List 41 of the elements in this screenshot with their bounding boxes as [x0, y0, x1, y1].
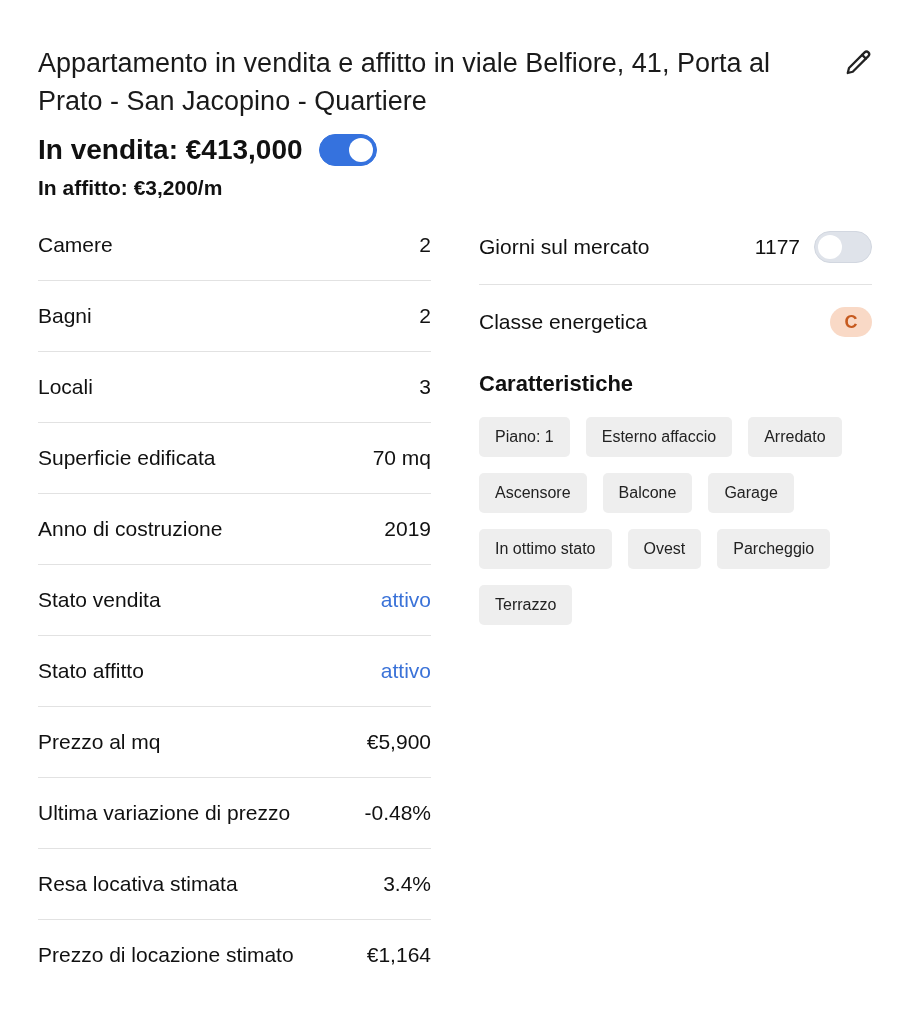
detail-label: Classe energetica [479, 310, 648, 334]
status-link[interactable]: attivo [380, 588, 431, 612]
feature-tag: Balcone [602, 473, 693, 513]
detail-value: 3 [419, 375, 431, 399]
detail-label: Stato vendita [38, 588, 161, 612]
feature-tag: In ottimo stato [479, 529, 612, 569]
feature-tag: Terrazzo [479, 585, 573, 625]
status-link[interactable]: attivo [380, 659, 431, 683]
detail-value: -0.48% [364, 801, 431, 825]
detail-value: 70 mq [372, 446, 431, 470]
detail-label: Stato affitto [38, 659, 144, 683]
detail-label: Anno di costruzione [38, 517, 223, 541]
sale-price: In vendita: €413,000 [38, 134, 303, 166]
detail-label: Bagni [38, 304, 92, 328]
feature-tag: Garage [708, 473, 794, 513]
feature-tag: Esterno affaccio [585, 417, 733, 457]
feature-tag: Arredato [748, 417, 842, 457]
detail-label: Prezzo di locazione stimato [38, 943, 294, 967]
feature-tag: Ascensore [479, 473, 587, 513]
detail-label: Resa locativa stimata [38, 872, 238, 896]
toggle-switch[interactable] [318, 134, 377, 166]
detail-label: Locali [38, 375, 93, 399]
detail-label: Superficie edificata [38, 446, 216, 470]
detail-value: 2019 [384, 517, 431, 541]
feature-tag: Ovest [627, 529, 702, 569]
feature-tag: Parcheggio [717, 529, 831, 569]
section-heading: Caratteristiche [479, 371, 635, 397]
energy-class-badge: C [830, 307, 872, 337]
detail-value: 1177 [754, 235, 800, 259]
listing-title: Appartamento in vendita e affitto in viale Belfiore, 41, Porta al Prato - San Jacopino - Quartiere [38, 47, 771, 118]
feature-tag: Piano: 1 [479, 417, 570, 457]
detail-label: Prezzo al mq [38, 730, 161, 754]
rent-price: In affitto: €3,200/m [38, 176, 224, 200]
detail-value: 2 [419, 304, 431, 328]
detail-label: Giorni sul mercato [479, 235, 650, 259]
detail-label: Camere [38, 233, 113, 257]
detail-value: 3.4% [383, 872, 431, 896]
detail-value: 2 [419, 233, 431, 257]
detail-value: €5,900 [366, 730, 431, 754]
detail-value: €1,164 [366, 943, 431, 967]
detail-label: Ultima variazione di prezzo [38, 801, 291, 825]
